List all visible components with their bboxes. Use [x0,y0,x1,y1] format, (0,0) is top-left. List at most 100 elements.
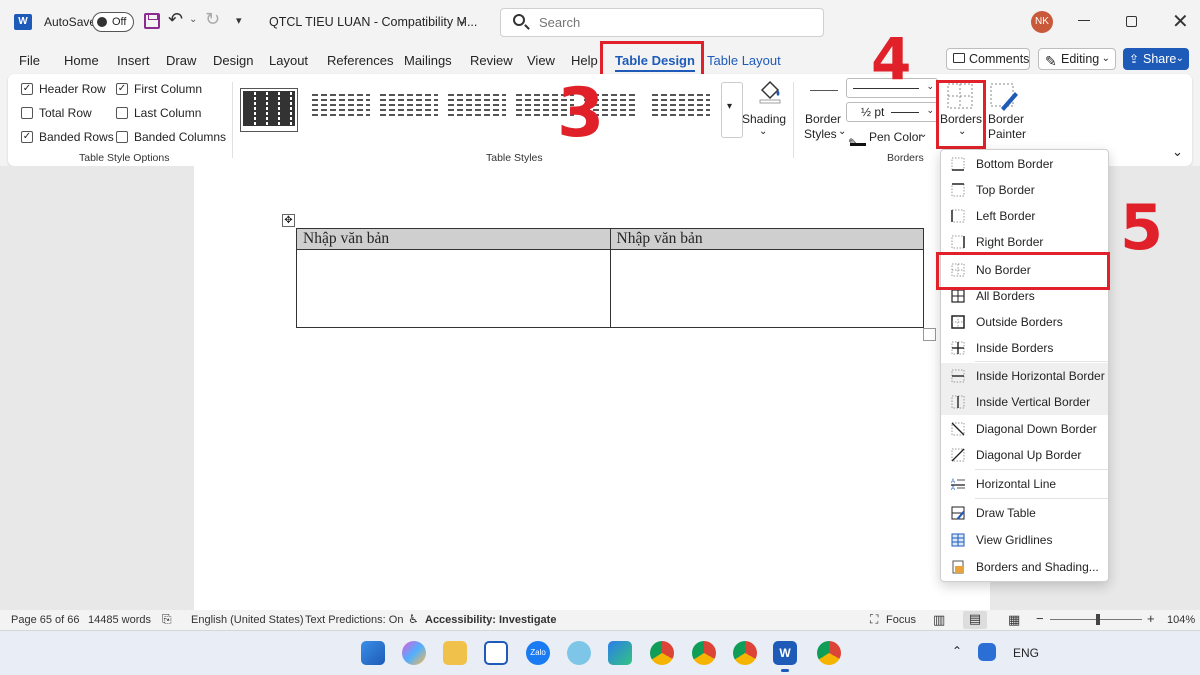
accessibility-status[interactable]: Accessibility: Investigate [425,614,556,626]
pen-weight-dropdown[interactable]: ½ pt ⌄ [846,102,938,122]
chevron-down-icon[interactable]: ⌄ [838,126,846,137]
web-layout-icon[interactable]: ▦ [1008,612,1020,628]
collapse-ribbon-icon[interactable]: ⌄ [1172,144,1183,160]
table-cell[interactable]: Nhập văn bản [609,228,924,250]
chrome-profile-icon[interactable] [692,641,716,665]
document-title[interactable]: QTCL TIEU LUAN - Compatibility M... [269,15,477,29]
editing-mode-button[interactable]: ✎ Editing ⌄ [1038,48,1116,70]
table-cell[interactable]: Nhập văn bản [296,228,611,250]
tab-insert[interactable]: Insert [117,53,150,68]
border-painter-label-1[interactable]: Border [988,112,1024,126]
menu-item-bottom-border[interactable]: Bottom Border [941,151,1108,177]
tab-mailings[interactable]: Mailings [404,53,452,68]
page-indicator[interactable]: Page 65 of 66 [11,614,80,626]
save-icon[interactable] [144,13,160,29]
chevron-down-icon[interactable]: ⌄ [919,129,927,140]
copilot-icon[interactable] [402,641,426,665]
tab-layout[interactable]: Layout [269,53,308,68]
read-mode-icon[interactable]: ▥ [933,612,945,628]
edge-icon[interactable] [608,641,632,665]
tab-draw[interactable]: Draw [166,53,196,68]
chevron-down-icon[interactable]: ⌄ [189,14,197,25]
avatar[interactable]: NK [1031,11,1053,33]
text-predictions-status[interactable]: Text Predictions: On [305,614,403,626]
table-cell[interactable] [609,249,924,328]
accessibility-icon[interactable]: ♿ [408,612,419,626]
customize-toolbar-icon[interactable]: ▾ [236,14,242,27]
language-indicator[interactable]: English (United States) [191,614,304,626]
chrome-profile-icon[interactable] [733,641,757,665]
border-styles-label-1[interactable]: Border [805,112,841,126]
menu-item-top-border[interactable]: Top Border [941,177,1108,203]
chrome-profile-icon[interactable] [817,641,841,665]
focus-icon[interactable]: ⛶ [870,612,878,627]
menu-item-inside-borders[interactable]: Inside Borders [941,335,1108,361]
table-style-thumbnail[interactable] [652,94,710,138]
table-move-handle[interactable]: ✥ [282,214,295,227]
focus-button[interactable]: Focus [886,614,916,626]
table-cell[interactable] [296,249,611,328]
tab-table-layout[interactable]: Table Layout [707,53,781,68]
chevron-down-icon[interactable]: ⌄ [458,14,467,27]
chevron-up-icon[interactable]: ⌃ [952,644,962,658]
tab-references[interactable]: References [327,53,393,68]
share-button[interactable]: ⇪ Share ⌄ [1123,48,1189,70]
tab-help[interactable]: Help [571,53,598,68]
windows-start-icon[interactable] [361,641,385,665]
security-tray-icon[interactable] [978,643,996,661]
word-app-icon[interactable]: W [773,641,797,672]
input-language[interactable]: ENG [1013,646,1039,660]
menu-item-inside-horizontal-border[interactable]: Inside Horizontal Border [941,363,1108,389]
print-layout-icon[interactable]: ▤ [963,611,987,629]
undo-icon[interactable]: ↶ [168,9,183,30]
gallery-expand-button[interactable]: ▾ [721,82,743,138]
table-resize-handle[interactable] [923,328,936,341]
redo-icon[interactable]: ↻ [205,9,220,30]
proofing-icon[interactable]: ⎘ [162,612,172,627]
search-box[interactable] [500,8,824,37]
close-button[interactable]: ✕ [1172,9,1189,34]
tab-view[interactable]: View [527,53,555,68]
menu-item-diagonal-down-border[interactable]: Diagonal Down Border [941,416,1108,442]
tab-design[interactable]: Design [213,53,253,68]
zoom-slider-thumb[interactable] [1096,614,1100,625]
minimize-button[interactable] [1078,20,1090,21]
menu-item-borders-and-shading[interactable]: Borders and Shading... [941,554,1108,580]
border-painter-label-2[interactable]: Painter [988,127,1026,141]
file-explorer-icon[interactable] [443,641,467,665]
table-style-thumbnail[interactable] [240,88,298,132]
checkbox-unchecked [116,131,128,143]
menu-item-inside-vertical-border[interactable]: Inside Vertical Border [941,389,1108,415]
table-style-thumbnail[interactable] [380,94,438,138]
paint-bucket-icon[interactable] [756,78,784,104]
shading-button[interactable]: Shading [742,112,786,126]
maps-app-icon[interactable] [567,641,591,665]
maximize-button[interactable] [1126,16,1137,27]
table-style-thumbnail[interactable] [312,94,370,138]
menu-item-view-gridlines[interactable]: View Gridlines [941,527,1108,553]
border-styles-label-2[interactable]: Styles [804,127,837,141]
document-table[interactable]: Nhập văn bản Nhập văn bản [296,228,924,328]
zalo-icon[interactable]: Zalo [526,641,550,665]
snipping-tool-icon[interactable] [484,641,508,665]
pen-color-button[interactable]: Pen Color [869,130,922,144]
zoom-in-button[interactable]: + [1147,611,1155,626]
word-count[interactable]: 14485 words [88,614,151,626]
chrome-icon[interactable] [650,641,674,665]
chevron-down-icon[interactable]: ⌄ [759,126,767,137]
menu-item-left-border[interactable]: Left Border [941,203,1108,229]
border-painter-icon[interactable] [989,82,1019,112]
autosave-toggle[interactable]: Off [92,12,134,32]
menu-item-outside-borders[interactable]: Outside Borders [941,309,1108,335]
menu-item-horizontal-line[interactable]: AA Horizontal Line [941,471,1108,497]
zoom-level[interactable]: 104% [1167,614,1195,626]
zoom-out-button[interactable]: − [1036,611,1044,626]
search-input[interactable] [539,15,789,30]
comments-button[interactable]: Comments [946,48,1030,70]
tab-file[interactable]: File [19,53,40,68]
table-style-thumbnail[interactable] [448,94,506,138]
menu-item-diagonal-up-border[interactable]: Diagonal Up Border [941,442,1108,468]
tab-home[interactable]: Home [64,53,99,68]
tab-review[interactable]: Review [470,53,513,68]
menu-item-draw-table[interactable]: Draw Table [941,500,1108,526]
